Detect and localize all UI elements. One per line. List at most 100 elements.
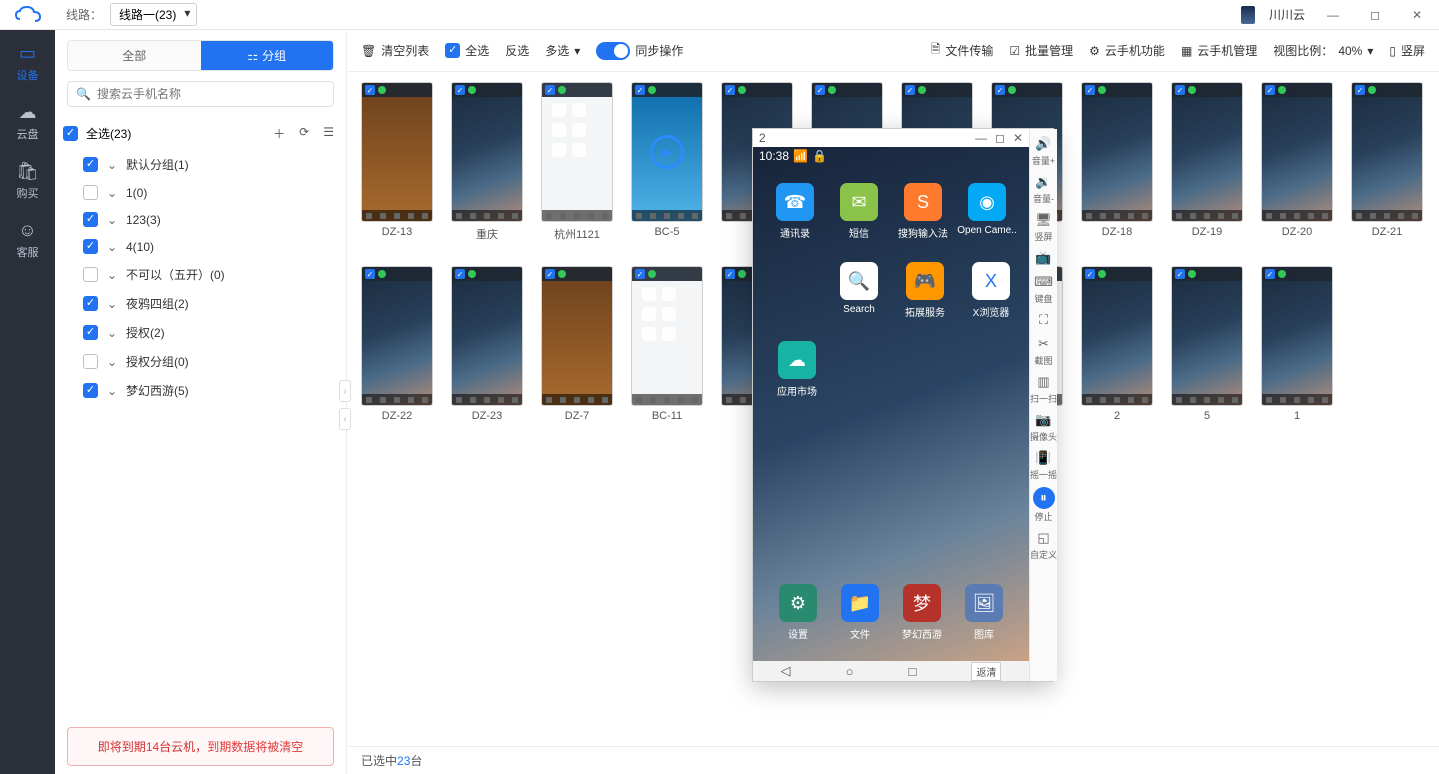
group-checkbox[interactable] xyxy=(83,212,98,227)
phone-app[interactable]: ◉Open Came.. xyxy=(959,183,1015,240)
device-thumb[interactable] xyxy=(451,266,523,406)
device-thumb[interactable] xyxy=(541,266,613,406)
nav-home[interactable]: ○ xyxy=(846,664,854,679)
nav-recent[interactable]: □ xyxy=(909,664,917,679)
phone-func-button[interactable]: ⚙云手机功能 xyxy=(1089,42,1165,59)
add-icon[interactable]: ＋ xyxy=(273,125,285,142)
phone-app[interactable]: ⚙设置 xyxy=(770,584,826,641)
side-tool[interactable]: 🔉音量- xyxy=(1033,171,1054,207)
device-checkbox[interactable] xyxy=(995,85,1005,95)
device-thumb[interactable] xyxy=(541,82,613,222)
device-thumb[interactable] xyxy=(1171,266,1243,406)
side-tool[interactable]: ◱自定义 xyxy=(1030,527,1057,563)
rail-item-购买[interactable]: 🛍购买 xyxy=(0,160,55,201)
search-box[interactable]: 🔍 xyxy=(67,81,334,107)
sort-icon[interactable]: ☰ xyxy=(323,125,334,142)
device-checkbox[interactable] xyxy=(725,269,735,279)
group-item[interactable]: ⌄夜鸦四组(2) xyxy=(75,289,346,318)
batch-button[interactable]: ☑批量管理 xyxy=(1009,42,1073,59)
side-tool[interactable]: ⏸停止 xyxy=(1033,485,1055,525)
phone-app[interactable]: 🔍Search xyxy=(831,262,887,319)
device-thumb[interactable] xyxy=(1261,266,1333,406)
device-checkbox[interactable] xyxy=(635,85,645,95)
side-tool[interactable]: ⛶ xyxy=(1034,309,1054,331)
device-checkbox[interactable] xyxy=(545,269,555,279)
device-checkbox[interactable] xyxy=(1085,85,1095,95)
refresh-icon[interactable]: ⟳ xyxy=(299,125,309,142)
phone-app[interactable]: 梦梦幻西游 xyxy=(894,584,950,641)
device-thumb[interactable] xyxy=(1351,82,1423,222)
phone-app[interactable]: 🖼图库 xyxy=(956,584,1012,641)
tab-group[interactable]: ⚏分组 xyxy=(201,41,334,70)
device-checkbox[interactable] xyxy=(1085,269,1095,279)
group-item[interactable]: ⌄123(3) xyxy=(75,206,346,233)
device-card[interactable]: 1 xyxy=(1261,266,1333,422)
device-card[interactable]: DZ-7 xyxy=(541,266,613,422)
device-checkbox[interactable] xyxy=(455,85,465,95)
group-checkbox[interactable] xyxy=(83,267,98,282)
device-card[interactable]: 5 xyxy=(1171,266,1243,422)
nav-extra[interactable]: 返清 xyxy=(971,662,1001,681)
group-checkbox[interactable] xyxy=(83,296,98,311)
select-all-checkbox[interactable] xyxy=(63,126,78,141)
device-thumb[interactable] xyxy=(1171,82,1243,222)
group-item[interactable]: ⌄默认分组(1) xyxy=(75,150,346,179)
phone-mgmt-button[interactable]: ▦云手机管理 xyxy=(1181,42,1257,59)
device-checkbox[interactable] xyxy=(365,269,375,279)
minimize-button[interactable]: — xyxy=(1319,5,1347,25)
group-checkbox[interactable] xyxy=(83,383,98,398)
device-thumb[interactable] xyxy=(451,82,523,222)
device-card[interactable]: BC-11 xyxy=(631,266,703,422)
group-checkbox[interactable] xyxy=(83,239,98,254)
device-checkbox[interactable] xyxy=(1175,85,1185,95)
device-checkbox[interactable] xyxy=(455,269,465,279)
phone-app[interactable]: S搜狗输入法 xyxy=(895,183,951,240)
rail-item-设备[interactable]: ▭设备 xyxy=(0,42,55,83)
rail-item-客服[interactable]: ☺客服 xyxy=(0,219,55,260)
device-checkbox[interactable] xyxy=(1265,85,1275,95)
popup-close[interactable]: ✕ xyxy=(1013,131,1023,145)
phone-app[interactable]: ✉短信 xyxy=(831,183,887,240)
device-card[interactable]: ▶BC-5 xyxy=(631,82,703,242)
side-tool[interactable]: ⌨键盘 xyxy=(1034,271,1054,307)
device-thumb[interactable]: ▶ xyxy=(631,82,703,222)
device-thumb[interactable] xyxy=(1261,82,1333,222)
device-card[interactable]: DZ-21 xyxy=(1351,82,1423,242)
device-card[interactable]: 重庆 xyxy=(451,82,523,242)
side-tool[interactable]: ✂截图 xyxy=(1034,333,1054,369)
device-checkbox[interactable] xyxy=(1175,269,1185,279)
view-ratio[interactable]: 视图比例：40% ▾ xyxy=(1273,42,1373,59)
group-item[interactable]: ⌄授权(2) xyxy=(75,318,346,347)
group-checkbox[interactable] xyxy=(83,185,98,200)
device-card[interactable]: DZ-18 xyxy=(1081,82,1153,242)
side-tool[interactable]: ▥扫一扫 xyxy=(1030,371,1057,407)
phone-screen[interactable]: 10:38 📶 🔒 ☎通讯录✉短信S搜狗输入法◉Open Came..🔍Sear… xyxy=(753,147,1029,661)
device-checkbox[interactable] xyxy=(1265,269,1275,279)
device-checkbox[interactable] xyxy=(545,85,555,95)
clear-list-button[interactable]: 🗑清空列表 xyxy=(361,42,429,59)
splitter-down[interactable]: ‹ xyxy=(339,408,351,430)
device-checkbox[interactable] xyxy=(635,269,645,279)
device-card[interactable]: 2 xyxy=(1081,266,1153,422)
phone-app[interactable]: 📁文件 xyxy=(832,584,888,641)
toolbar-select-all[interactable]: 全选 xyxy=(445,42,489,59)
portrait-button[interactable]: ▯竖屏 xyxy=(1389,42,1425,59)
tab-all[interactable]: 全部 xyxy=(68,41,201,70)
device-card[interactable]: DZ-20 xyxy=(1261,82,1333,242)
side-tool[interactable]: 📳摇一摇 xyxy=(1030,447,1057,483)
nav-back[interactable]: ◁ xyxy=(781,663,791,679)
device-checkbox[interactable] xyxy=(1355,85,1365,95)
group-item[interactable]: ⌄梦幻西游(5) xyxy=(75,376,346,405)
device-thumb[interactable] xyxy=(361,82,433,222)
popup-minimize[interactable]: — xyxy=(975,131,987,145)
group-item[interactable]: ⌄不可以（五开）(0) xyxy=(75,260,346,289)
phone-app[interactable]: ☎通讯录 xyxy=(767,183,823,240)
side-tool[interactable]: 🔊音量+ xyxy=(1032,133,1055,169)
popup-maximize[interactable]: ◻ xyxy=(995,131,1005,145)
group-checkbox[interactable] xyxy=(83,325,98,340)
phone-app[interactable]: XX浏览器 xyxy=(963,262,1019,319)
device-checkbox[interactable] xyxy=(365,85,375,95)
close-button[interactable]: ✕ xyxy=(1403,5,1431,25)
device-thumb[interactable] xyxy=(361,266,433,406)
device-checkbox[interactable] xyxy=(905,85,915,95)
